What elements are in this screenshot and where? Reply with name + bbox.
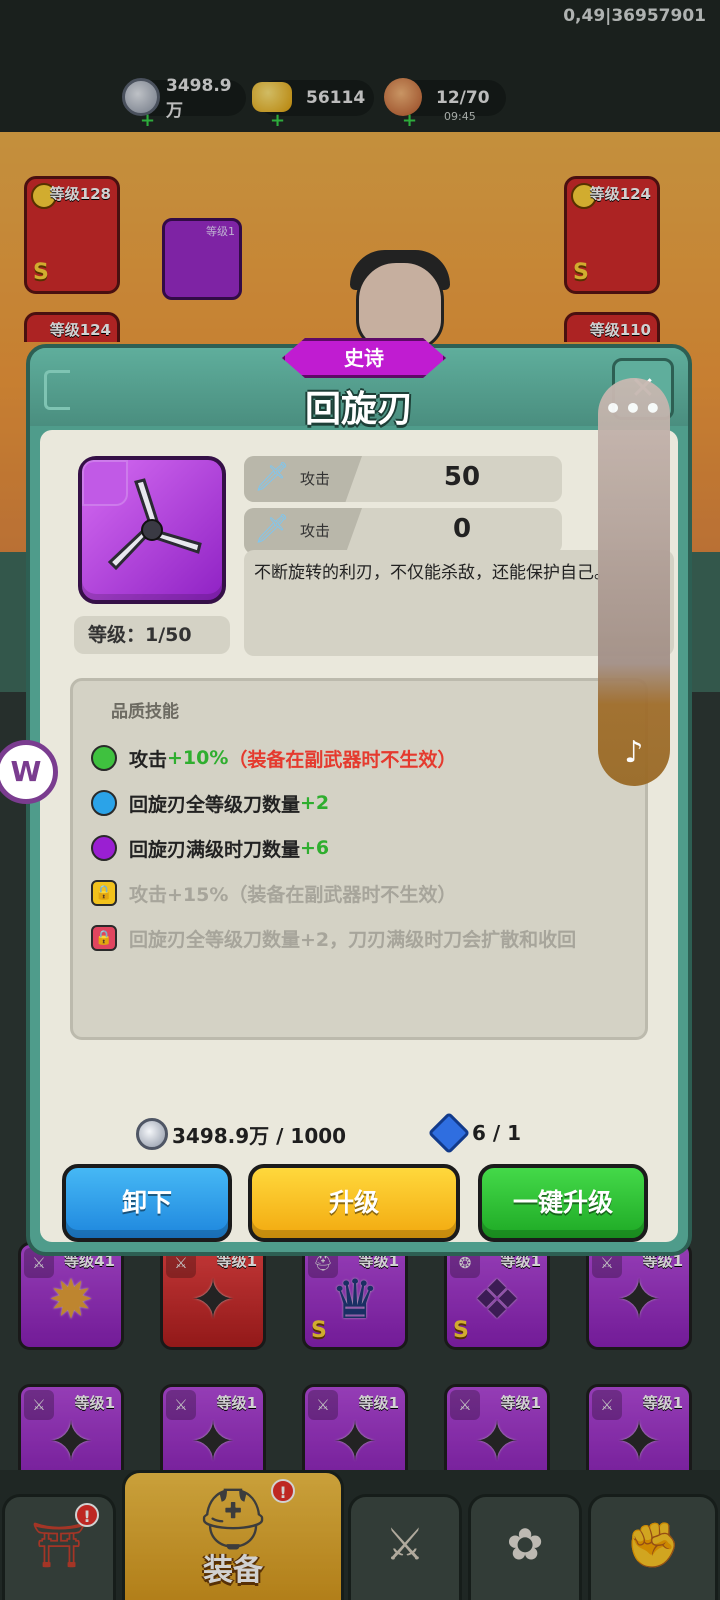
skill-row: 回旋刃全等级刀数量 +2 — [91, 788, 329, 818]
item-icon — [78, 456, 226, 604]
skill-row: 攻击 +10% （装备在副武器时不生效） — [91, 743, 456, 773]
floating-side-panel[interactable]: ••• ♪ — [598, 378, 670, 786]
stat-label: 攻击 — [300, 470, 331, 488]
unequip-button[interactable]: 卸下 — [62, 1164, 232, 1242]
stat-label: 攻击 — [300, 522, 331, 540]
rarity-ribbon: 史诗 — [282, 338, 446, 378]
silver-cost: 3498.9万 / 1000 — [136, 1118, 346, 1150]
item-detail-modal: 史诗 回旋刃 ✕ 等级：1/50 🗡 攻击 50 🗡 攻 — [26, 338, 692, 1256]
sword-icon: 🗡 — [254, 512, 290, 545]
item-title: 回旋刃 — [304, 389, 413, 430]
modal-body: 等级：1/50 🗡 攻击 50 🗡 攻击 0 不断旋转的利刃，不仅能杀敌，还能保… — [40, 430, 678, 1242]
silver-coin-icon — [136, 1118, 168, 1150]
stat-row-attack-2: 🗡 攻击 0 — [244, 508, 562, 554]
stat-value: 0 — [452, 514, 472, 544]
lock-icon: 🔒 — [91, 925, 117, 951]
gem-icon — [427, 1111, 471, 1155]
skill-row-locked: 🔒 攻击+15%（装备在副武器时不生效） — [91, 878, 456, 908]
skills-title: 品质技能 — [111, 702, 179, 722]
blue-quality-icon — [91, 790, 117, 816]
upgrade-button[interactable]: 升级 — [248, 1164, 460, 1242]
skill-row: 回旋刃满级时刀数量 +6 — [91, 833, 329, 863]
music-note-icon[interactable]: ♪ — [598, 735, 670, 770]
gem-cost: 6 / 1 — [427, 1111, 521, 1155]
purple-quality-icon — [91, 835, 117, 861]
lock-icon: 🔒 — [91, 880, 117, 906]
item-level: 等级：1/50 — [74, 616, 230, 654]
more-icon[interactable]: ••• — [598, 392, 670, 425]
stat-row-attack: 🗡 攻击 50 — [244, 456, 562, 502]
shuriken-icon — [107, 478, 202, 571]
upgrade-all-button[interactable]: 一键升级 — [478, 1164, 648, 1242]
quality-skills-panel: 品质技能 攻击 +10% （装备在副武器时不生效） 回旋刃全等级刀数量 +2 回… — [70, 678, 648, 1040]
stat-value: 50 — [443, 462, 481, 492]
skill-row-locked: 🔒 回旋刃全等级刀数量+2，刀刃满级时刀会扩散和收回 — [91, 923, 576, 953]
green-quality-icon — [91, 745, 117, 771]
modal-header: 史诗 回旋刃 ✕ — [30, 338, 688, 430]
sword-icon: 🗡 — [254, 460, 290, 493]
